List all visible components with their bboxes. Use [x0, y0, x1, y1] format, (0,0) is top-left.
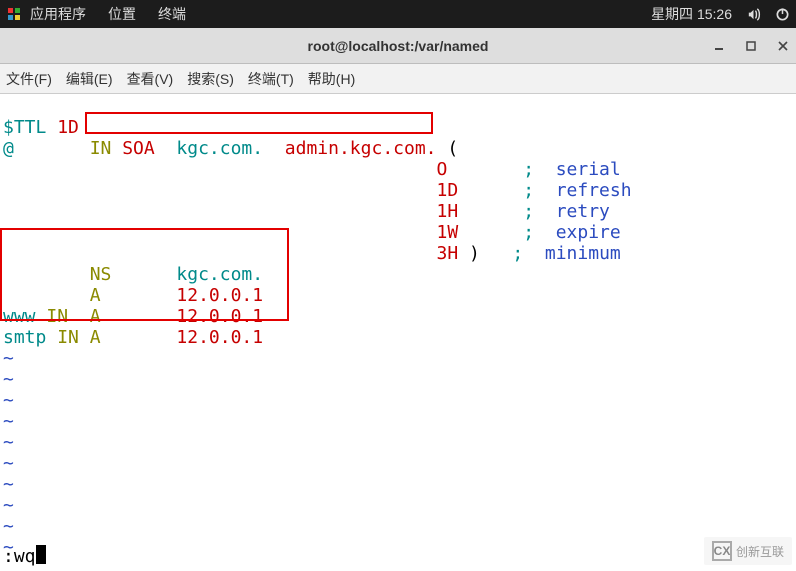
vim-text: retry — [545, 201, 610, 222]
terminal-body[interactable]: $TTL 1D @ IN SOA kgc.com. admin.kgc.com.… — [0, 94, 796, 571]
vim-text — [3, 180, 436, 201]
vim-text: ; — [523, 180, 545, 201]
vim-text: ; — [523, 201, 545, 222]
vim-text: 1H — [436, 201, 523, 222]
vim-command-line[interactable]: :wq — [3, 545, 46, 567]
vim-text: $TTL — [3, 117, 57, 138]
panel-applications[interactable]: 应用程序 — [30, 4, 86, 24]
vim-tilde: ~ — [3, 474, 14, 495]
vim-text: refresh — [545, 180, 632, 201]
vim-text: IN — [57, 327, 90, 348]
activities-icon[interactable] — [6, 6, 22, 22]
vim-text — [3, 243, 436, 264]
vim-text: ( — [447, 138, 458, 159]
vim-text: IN — [46, 306, 89, 327]
vim-tilde: ~ — [3, 495, 14, 516]
vim-text: 12.0.0.1 — [176, 285, 263, 306]
vim-text — [3, 264, 90, 285]
vim-text — [3, 159, 436, 180]
vim-text: ) — [469, 243, 512, 264]
vim-text — [3, 201, 436, 222]
vim-text: 1D — [57, 117, 79, 138]
vim-tilde: ~ — [3, 453, 14, 474]
vim-text: minimum — [534, 243, 621, 264]
vim-text: kgc.com. — [176, 264, 263, 285]
watermark-text: 创新互联 — [736, 543, 784, 560]
menu-search[interactable]: 搜索(S) — [187, 69, 234, 89]
watermark-logo-icon: CX — [712, 541, 732, 561]
menu-help[interactable]: 帮助(H) — [308, 69, 355, 89]
vim-text: expire — [545, 222, 621, 243]
panel-terminal[interactable]: 终端 — [158, 4, 186, 24]
vim-text: 12.0.0.1 — [176, 327, 263, 348]
vim-text: kgc.com. — [176, 138, 274, 159]
vim-text: 1W — [436, 222, 523, 243]
vim-text: ; — [523, 222, 545, 243]
vim-tilde: ~ — [3, 516, 14, 537]
panel-places[interactable]: 位置 — [108, 4, 136, 24]
vim-text — [3, 222, 436, 243]
vim-text: 12.0.0.1 — [176, 306, 263, 327]
gnome-top-panel: 应用程序 位置 终端 星期四 15:26 — [0, 0, 796, 28]
vim-text: smtp — [3, 327, 57, 348]
vim-content: $TTL 1D @ IN SOA kgc.com. admin.kgc.com.… — [0, 94, 796, 560]
menu-terminal[interactable]: 终端(T) — [248, 69, 294, 89]
vim-text: IN — [90, 138, 123, 159]
menu-view[interactable]: 查看(V) — [127, 69, 174, 89]
vim-text: A — [90, 327, 177, 348]
vim-text: O — [436, 159, 523, 180]
vim-tilde: ~ — [3, 432, 14, 453]
vim-text: serial — [545, 159, 621, 180]
vim-text: SOA — [122, 138, 176, 159]
vim-text: A — [90, 285, 177, 306]
vim-tilde: ~ — [3, 348, 14, 369]
vim-tilde: ~ — [3, 369, 14, 390]
panel-datetime[interactable]: 星期四 15:26 — [651, 4, 732, 24]
vim-text: NS — [90, 264, 177, 285]
vim-text — [3, 285, 90, 306]
menu-edit[interactable]: 编辑(E) — [66, 69, 113, 89]
window-maximize-button[interactable] — [744, 39, 758, 53]
menu-file[interactable]: 文件(F) — [6, 69, 52, 89]
vim-tilde: ~ — [3, 390, 14, 411]
window-close-button[interactable] — [776, 39, 790, 53]
vim-text: admin.kgc.com. — [274, 138, 447, 159]
window-title: root@localhost:/var/named — [308, 38, 489, 54]
window-titlebar: root@localhost:/var/named — [0, 28, 796, 64]
terminal-menubar: 文件(F) 编辑(E) 查看(V) 搜索(S) 终端(T) 帮助(H) — [0, 64, 796, 94]
vim-text: 3H — [436, 243, 469, 264]
vim-tilde: ~ — [3, 411, 14, 432]
window-minimize-button[interactable] — [712, 39, 726, 53]
power-icon[interactable] — [775, 7, 790, 22]
vim-text: www — [3, 306, 46, 327]
watermark: CX 创新互联 — [704, 537, 792, 565]
vim-text: @ — [3, 138, 90, 159]
vim-text: ; — [523, 159, 545, 180]
vim-text: 1D — [436, 180, 523, 201]
cursor-icon — [36, 545, 46, 564]
vim-text: ; — [512, 243, 534, 264]
vim-text: A — [90, 306, 177, 327]
volume-icon[interactable] — [746, 7, 761, 22]
